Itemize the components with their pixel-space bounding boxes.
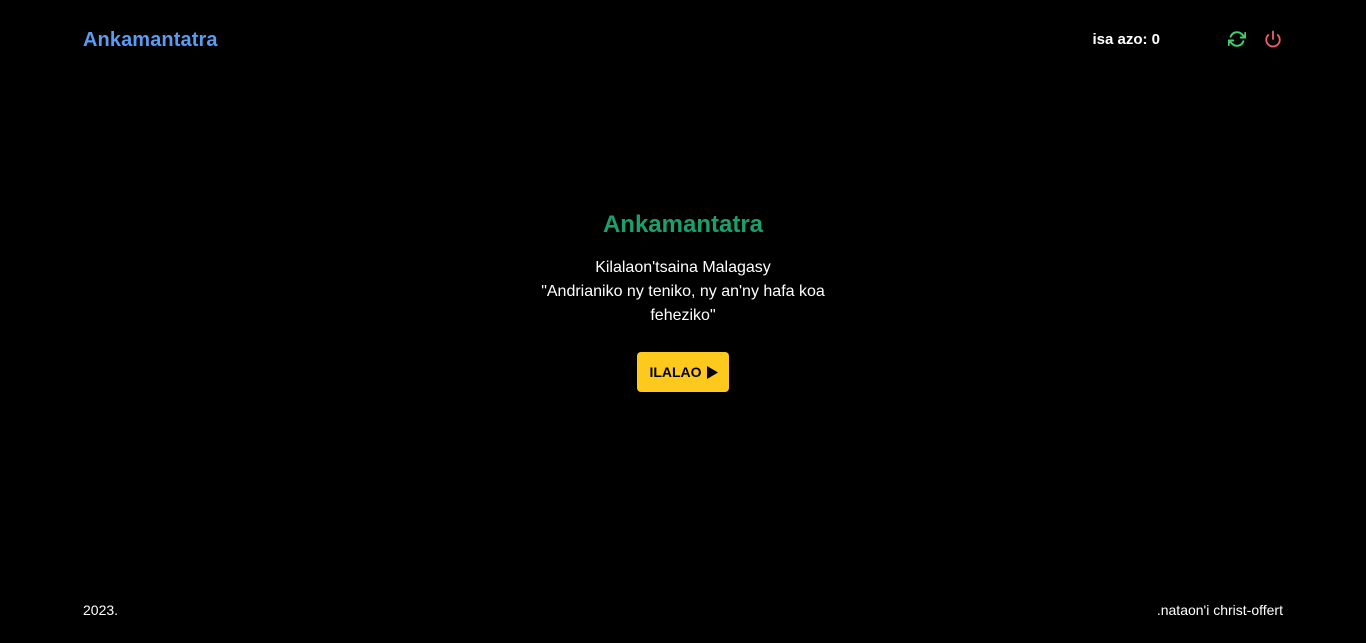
play-button[interactable]: ILALAO: [637, 352, 729, 392]
play-icon: [706, 365, 718, 379]
refresh-button[interactable]: [1227, 29, 1247, 49]
logout-button[interactable]: [1263, 29, 1283, 49]
page: Ankamantatra isa azo: 0 Ankamantatra Kil…: [0, 0, 1366, 643]
refresh-icon: [1228, 31, 1246, 47]
play-button-label: ILALAO: [649, 364, 702, 380]
hero-quote: "Andrianiko ny teniko, ny an'ny hafa koa…: [541, 283, 825, 324]
hero-title: Ankamantatra: [602, 211, 764, 238]
score-counter: isa azo: 0: [1092, 31, 1160, 48]
power-icon: [1265, 30, 1281, 48]
footer-credit: .nataon'i christ-offert: [1156, 602, 1283, 618]
hero-section: Ankamantatra Kilalaon'tsaina Malagasy "A…: [0, 208, 1366, 392]
hero-subtitle: Kilalaon'tsaina Malagasy: [595, 259, 771, 276]
brand-link[interactable]: Ankamantatra: [83, 29, 218, 52]
top-bar: Ankamantatra isa azo: 0: [83, 0, 1283, 80]
footer-year: 2023.: [83, 602, 119, 618]
